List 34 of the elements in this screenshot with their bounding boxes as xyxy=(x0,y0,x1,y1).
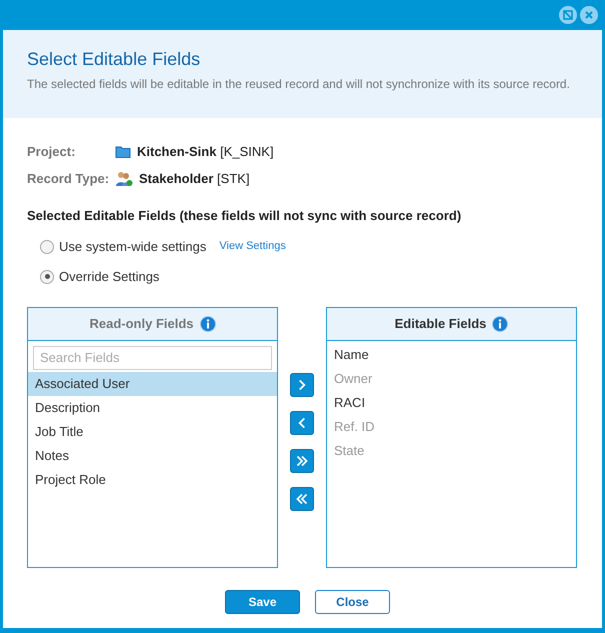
close-icon xyxy=(584,10,594,20)
section-title: Selected Editable Fields (these fields will not sync with source record) xyxy=(27,207,462,225)
info-value: Kitchen-Sink [K_SINK] xyxy=(137,142,274,161)
list-item[interactable]: Description xyxy=(28,396,277,420)
view-settings-link[interactable]: View Settings xyxy=(219,238,286,255)
panel-title: Editable Fields xyxy=(394,314,486,333)
dialog-description: The selected fields will be editable in the reused record and will not synchronize with its source record. xyxy=(27,77,571,92)
people-icon xyxy=(115,170,133,186)
list-item[interactable]: Name xyxy=(327,342,576,366)
list-item[interactable]: RACI xyxy=(327,390,576,414)
move-button[interactable] xyxy=(290,410,314,434)
info-label: Record Type: xyxy=(27,170,110,188)
search-field[interactable]: Search Fields xyxy=(33,346,272,370)
info-value: Stakeholder [STK] xyxy=(139,170,250,188)
radio-label: Override Settings xyxy=(59,268,160,286)
list-item[interactable]: Job Title xyxy=(28,420,277,444)
radio-button[interactable] xyxy=(40,270,54,284)
close-dialog-button[interactable]: Close xyxy=(315,590,390,614)
info-icon xyxy=(200,316,216,332)
move-button[interactable] xyxy=(290,486,314,510)
move-button[interactable] xyxy=(290,372,314,396)
info-label: Project: xyxy=(27,142,76,161)
dialog-title: Select Editable Fields xyxy=(27,48,202,71)
list-item[interactable]: Notes xyxy=(28,444,277,468)
panel-title: Read-only Fields xyxy=(89,314,194,333)
radio-label: Use system-wide settings xyxy=(59,238,206,256)
radio-button[interactable] xyxy=(40,240,54,254)
list-item[interactable]: Associated User xyxy=(28,372,277,396)
restore-icon xyxy=(563,10,573,20)
folder-icon xyxy=(115,144,131,158)
list-item[interactable]: Project Role xyxy=(28,468,277,492)
move-button[interactable] xyxy=(290,448,314,472)
info-icon xyxy=(492,316,508,332)
save-button[interactable]: Save xyxy=(225,590,300,614)
